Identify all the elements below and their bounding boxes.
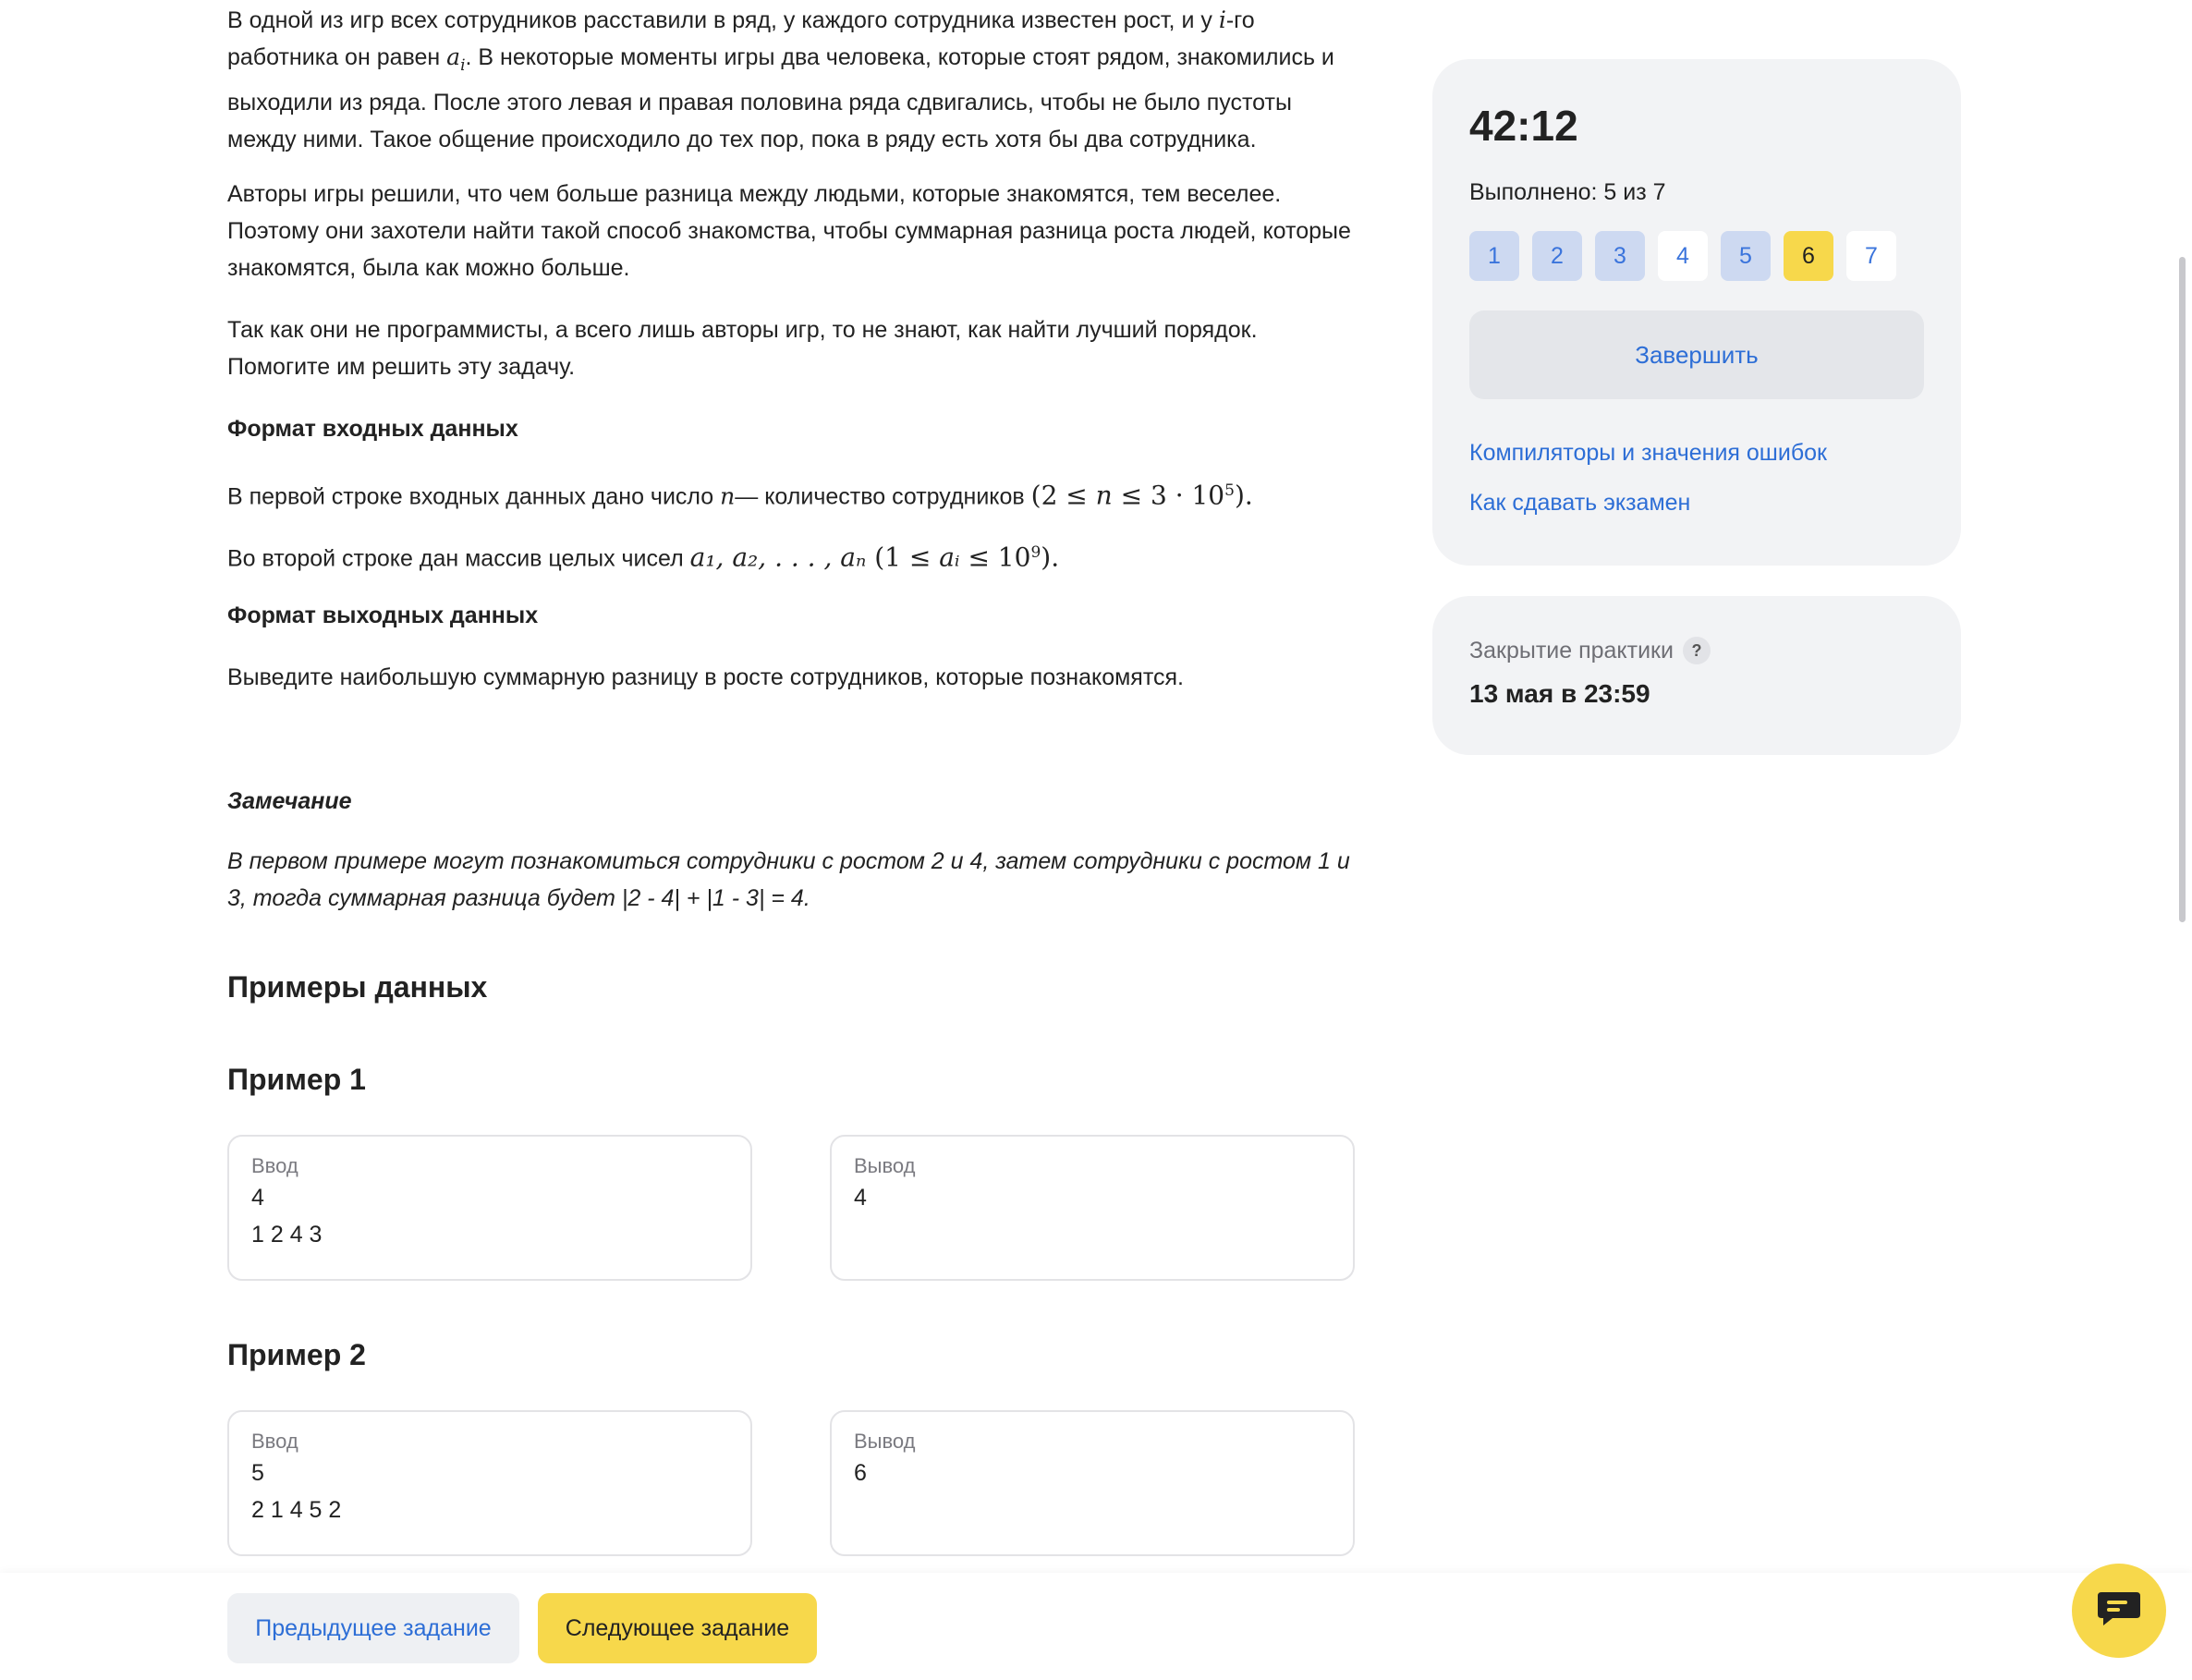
exam-status-panel: 42:12 Выполнено: 5 из 7 1 2 3 4 5 6 7 За… xyxy=(1432,59,1961,566)
input-line-1: В первой строке входных данных дано числ… xyxy=(227,480,1253,511)
task-pill-5[interactable]: 5 xyxy=(1721,231,1771,281)
deadline-label-row: Закрытие практики ? xyxy=(1469,635,1924,666)
problem-paragraph-1: В одной из игр всех сотрудников расстави… xyxy=(227,6,1334,152)
example-output-line: 6 xyxy=(854,1460,867,1486)
task-pill-6[interactable]: 6 xyxy=(1784,231,1833,281)
help-icon[interactable]: ? xyxy=(1682,637,1711,664)
problem-paragraph-2: Авторы игры решили, что чем больше разни… xyxy=(227,181,1351,281)
example-output-line: 4 xyxy=(854,1185,867,1211)
example-output-label: Вывод xyxy=(854,1154,916,1177)
task-navigator: 1 2 3 4 5 6 7 xyxy=(1469,231,1924,281)
output-format-title: Формат выходных данных xyxy=(227,603,539,628)
example-1-title: Пример 1 xyxy=(227,1063,366,1096)
previous-task-button[interactable]: Предыдущее задание xyxy=(227,1593,519,1663)
problem-paragraph-3: Так как они не программисты, а всего лиш… xyxy=(227,317,1258,380)
note-title: Замечание xyxy=(227,788,352,814)
example-input-line: 1 2 4 3 xyxy=(251,1222,323,1248)
chat-icon xyxy=(2096,1589,2142,1634)
example-output-label: Вывод xyxy=(854,1430,916,1453)
task-pill-1[interactable]: 1 xyxy=(1469,231,1519,281)
example-2-input-box[interactable]: Ввод 5 2 1 4 5 2 xyxy=(227,1410,752,1556)
task-pill-2[interactable]: 2 xyxy=(1532,231,1582,281)
output-text: Выведите наибольшую суммарную разницу в … xyxy=(227,664,1184,690)
input-line-2: Во второй строке дан массив целых чисел … xyxy=(227,542,1060,573)
footer-bar: Предыдущее задание Следующее задание xyxy=(0,1573,2192,1680)
chat-button[interactable] xyxy=(2072,1564,2166,1658)
deadline-value: 13 мая в 23:59 xyxy=(1469,679,1650,708)
input-format-title: Формат входных данных xyxy=(227,416,518,442)
example-input-line: 5 xyxy=(251,1460,264,1486)
next-task-button[interactable]: Следующее задание xyxy=(538,1593,817,1663)
example-input-label: Ввод xyxy=(251,1430,298,1453)
example-1-output-box[interactable]: Вывод 4 xyxy=(830,1135,1355,1281)
scrollbar[interactable] xyxy=(2179,257,2186,922)
how-to-link[interactable]: Как сдавать экзамен xyxy=(1469,484,1924,521)
progress-text: Выполнено: 5 из 7 xyxy=(1469,179,1666,205)
note-text: В первом примере могут познакомиться сот… xyxy=(227,848,1350,911)
example-input-line: 4 xyxy=(251,1185,264,1211)
compilers-link[interactable]: Компиляторы и значения ошибок xyxy=(1469,434,1924,471)
example-1-input-box[interactable]: Ввод 4 1 2 4 3 xyxy=(227,1135,752,1281)
task-pill-7[interactable]: 7 xyxy=(1846,231,1896,281)
timer: 42:12 xyxy=(1469,102,1578,150)
example-input-line: 2 1 4 5 2 xyxy=(251,1497,342,1523)
example-input-label: Ввод xyxy=(251,1154,298,1177)
example-2-output-box[interactable]: Вывод 6 xyxy=(830,1410,1355,1556)
task-pill-4[interactable]: 4 xyxy=(1658,231,1708,281)
task-pill-3[interactable]: 3 xyxy=(1595,231,1645,281)
finish-button[interactable]: Завершить xyxy=(1469,310,1924,399)
deadline-panel: Закрытие практики ? 13 мая в 23:59 xyxy=(1432,596,1961,755)
examples-title: Примеры данных xyxy=(227,970,488,1004)
deadline-label: Закрытие практики xyxy=(1469,638,1674,663)
example-2-title: Пример 2 xyxy=(227,1338,366,1371)
